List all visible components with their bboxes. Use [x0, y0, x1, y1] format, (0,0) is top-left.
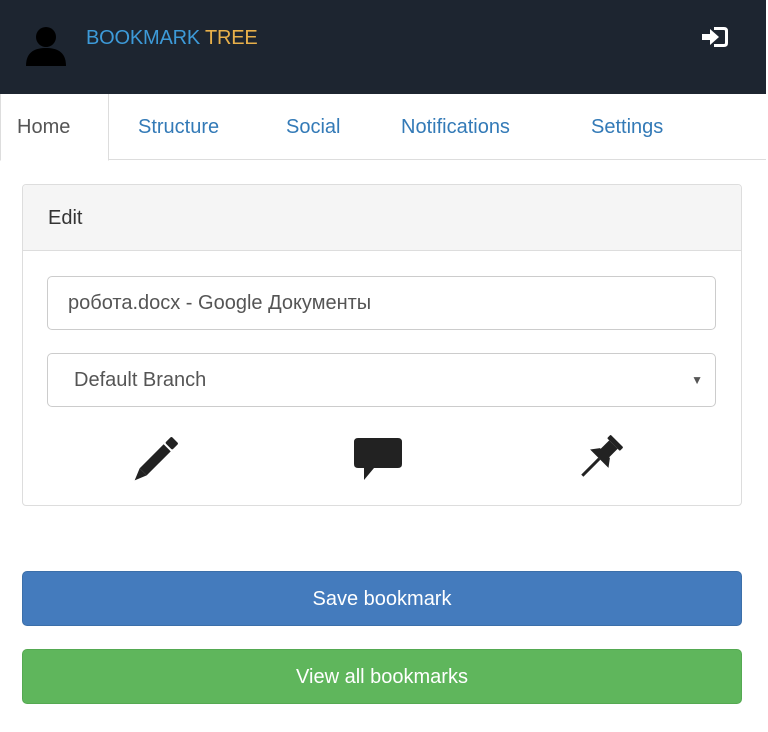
branch-selected-value: Default Branch — [74, 369, 207, 391]
tab-home[interactable]: Home — [0, 94, 109, 161]
panel-heading: Edit — [23, 185, 741, 251]
app-brand: BOOKMARK TREE — [86, 26, 258, 50]
view-all-bookmarks-button[interactable]: View all bookmarks — [22, 649, 742, 704]
comment-icon[interactable] — [352, 436, 404, 482]
sign-in-icon[interactable] — [700, 25, 730, 49]
pencil-icon[interactable] — [132, 432, 184, 482]
bookmark-title-input[interactable] — [47, 276, 716, 330]
tab-settings[interactable]: Settings — [575, 94, 679, 160]
pin-icon[interactable] — [574, 432, 626, 484]
tab-structure[interactable]: Structure — [122, 94, 235, 160]
user-icon — [26, 27, 66, 66]
brand-tree: TREE — [204, 27, 258, 49]
tab-bar: Home Structure Social Notifications Sett… — [0, 94, 766, 161]
chevron-down-icon: ▼ — [691, 373, 703, 387]
branch-select[interactable]: Default Branch ▼ — [47, 353, 716, 407]
tab-social[interactable]: Social — [270, 94, 356, 160]
tab-notifications[interactable]: Notifications — [385, 94, 526, 160]
save-bookmark-button[interactable]: Save bookmark — [22, 571, 742, 626]
top-navbar: BOOKMARK TREE — [0, 0, 766, 94]
brand-bookmark: BOOKMARK — [86, 27, 200, 49]
